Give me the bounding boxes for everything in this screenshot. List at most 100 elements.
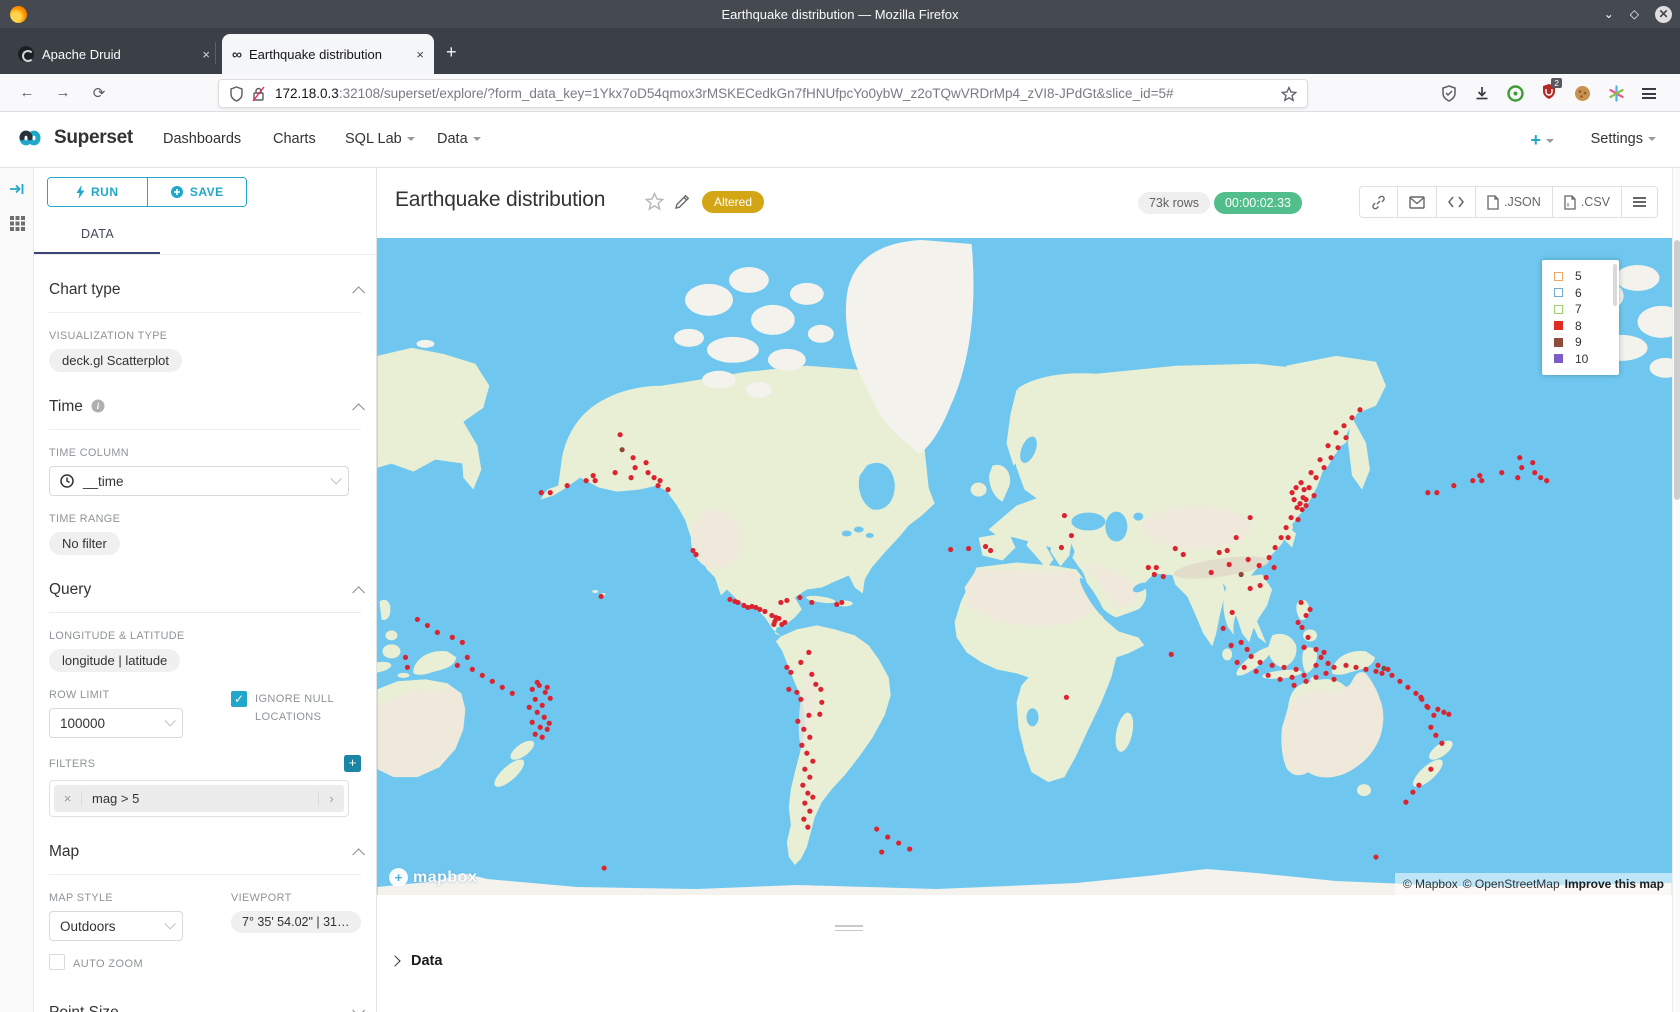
earthquake-point[interactable]: [632, 465, 637, 470]
earthquake-point[interactable]: [1284, 525, 1289, 530]
earthquake-point[interactable]: [1418, 695, 1423, 700]
earthquake-point[interactable]: [1425, 490, 1430, 495]
earthquake-point[interactable]: [533, 732, 538, 737]
data-collapse-header[interactable]: Data: [391, 953, 442, 969]
earthquake-point[interactable]: [1431, 713, 1436, 718]
earthquake-point[interactable]: [809, 672, 814, 677]
earthquake-point[interactable]: [799, 743, 804, 748]
ignore-null-checkbox[interactable]: ✓: [231, 691, 247, 707]
viz-type-value[interactable]: deck.gl Scatterplot: [49, 349, 182, 372]
earthquake-point[interactable]: [1435, 707, 1440, 712]
earthquake-point[interactable]: [1410, 790, 1415, 795]
pocket-shield-icon[interactable]: [1441, 85, 1457, 102]
dataset-grid-icon[interactable]: [0, 215, 34, 237]
export-csv-button[interactable]: x.CSV: [1553, 187, 1622, 217]
earthquake-point[interactable]: [1278, 677, 1283, 682]
earthquake-point[interactable]: [1301, 487, 1306, 492]
earthquake-point[interactable]: [538, 725, 543, 730]
earthquake-point[interactable]: [1313, 675, 1318, 680]
earthquake-point[interactable]: [539, 490, 544, 495]
earthquake-point[interactable]: [817, 712, 822, 717]
earthquake-point[interactable]: [1333, 430, 1338, 435]
earthquake-point[interactable]: [465, 655, 470, 660]
earthquake-point[interactable]: [1307, 607, 1312, 612]
nav-charts[interactable]: Charts: [273, 131, 316, 147]
earthquake-point[interactable]: [1225, 548, 1230, 553]
earthquake-point[interactable]: [460, 640, 465, 645]
earthquake-point[interactable]: [1230, 610, 1235, 615]
earthquake-point[interactable]: [613, 470, 618, 475]
section-chart-type[interactable]: Chart type: [49, 281, 361, 299]
earthquake-point[interactable]: [802, 767, 807, 772]
earthquake-point[interactable]: [1146, 565, 1151, 570]
earthquake-point[interactable]: [1424, 704, 1429, 709]
extension-green-icon[interactable]: [1507, 85, 1524, 102]
earthquake-point[interactable]: [800, 783, 805, 788]
viewport-value[interactable]: 7° 35' 54.02" | 31…: [231, 911, 361, 933]
superset-logo[interactable]: Superset: [12, 125, 133, 151]
earthquake-point[interactable]: [1267, 555, 1272, 560]
earthquake-point[interactable]: [1341, 423, 1346, 428]
earthquake-point[interactable]: [757, 607, 762, 612]
earthquake-point[interactable]: [535, 710, 540, 715]
embed-code-button[interactable]: [1437, 187, 1476, 217]
earthquake-point[interactable]: [425, 623, 430, 628]
earthquake-point[interactable]: [1152, 572, 1157, 577]
earthquake-point[interactable]: [1248, 586, 1253, 591]
nav-dashboards[interactable]: Dashboards: [163, 131, 241, 147]
earthquake-point[interactable]: [1405, 685, 1410, 690]
time-range-value[interactable]: No filter: [49, 532, 120, 555]
earthquake-point[interactable]: [693, 552, 698, 557]
earthquake-point[interactable]: [599, 594, 604, 599]
earthquake-point[interactable]: [1439, 741, 1444, 746]
reload-icon[interactable]: ⟳: [90, 84, 108, 102]
earthquake-point[interactable]: [1305, 635, 1310, 640]
earthquake-point[interactable]: [1532, 470, 1537, 475]
earthquake-point[interactable]: [510, 691, 515, 696]
email-button[interactable]: [1398, 187, 1437, 217]
earthquake-point[interactable]: [1331, 665, 1336, 670]
earthquake-point[interactable]: [655, 483, 660, 488]
earthquake-point[interactable]: [1293, 485, 1298, 490]
earthquake-point[interactable]: [1270, 663, 1275, 668]
earthquake-point[interactable]: [1303, 503, 1308, 508]
earthquake-point[interactable]: [1258, 583, 1263, 588]
earthquake-point[interactable]: [1234, 535, 1239, 540]
earthquake-point[interactable]: [1353, 665, 1358, 670]
earthquake-point[interactable]: [907, 846, 912, 851]
earthquake-point[interactable]: [1227, 562, 1232, 567]
legend-row[interactable]: 10: [1554, 351, 1613, 368]
earthquake-point[interactable]: [480, 673, 485, 678]
earthquake-point[interactable]: [1272, 565, 1277, 570]
earthquake-point[interactable]: [1403, 800, 1408, 805]
earthquake-point[interactable]: [645, 470, 650, 475]
earthquake-point[interactable]: [565, 483, 570, 488]
earthquake-point[interactable]: [885, 834, 890, 839]
earthquake-point[interactable]: [1291, 683, 1296, 688]
earthquake-point[interactable]: [530, 687, 535, 692]
expand-filter-icon[interactable]: ›: [318, 791, 344, 806]
earthquake-point[interactable]: [804, 751, 809, 756]
earthquake-point[interactable]: [620, 447, 625, 452]
maximize-icon[interactable]: ◇: [1630, 7, 1639, 21]
earthquake-point[interactable]: [1433, 733, 1438, 738]
section-query[interactable]: Query: [49, 581, 361, 599]
earthquake-point[interactable]: [809, 600, 814, 605]
earthquake-point[interactable]: [802, 801, 807, 806]
earthquake-point[interactable]: [618, 432, 623, 437]
earthquake-point[interactable]: [813, 682, 818, 687]
earthquake-point[interactable]: [1323, 671, 1328, 676]
section-time[interactable]: Time i: [49, 398, 361, 416]
earthquake-point[interactable]: [772, 619, 777, 624]
earthquake-point[interactable]: [1349, 415, 1354, 420]
favorite-star-icon[interactable]: [645, 192, 664, 211]
earthquake-point[interactable]: [1289, 675, 1294, 680]
earthquake-point[interactable]: [1273, 545, 1278, 550]
earthquake-point[interactable]: [593, 478, 598, 483]
earthquake-point[interactable]: [1544, 478, 1549, 483]
earthquake-point[interactable]: [1239, 572, 1244, 577]
legend-row[interactable]: 8: [1554, 318, 1613, 335]
earthquake-point[interactable]: [1308, 470, 1313, 475]
earthquake-point[interactable]: [1477, 473, 1482, 478]
earthquake-point[interactable]: [1249, 654, 1254, 659]
